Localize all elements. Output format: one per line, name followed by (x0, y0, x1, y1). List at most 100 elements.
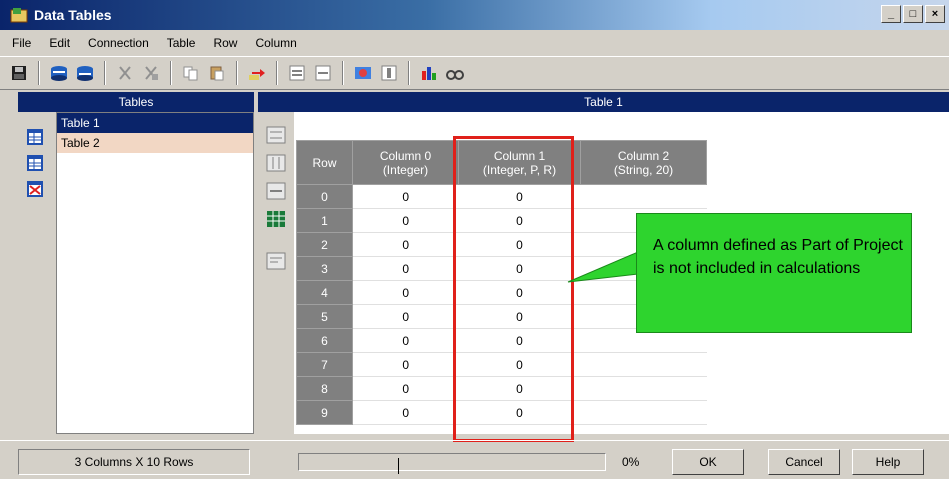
window-controls: _ □ × (881, 5, 945, 23)
row-insert-icon[interactable] (266, 126, 286, 144)
table-row: 700 (296, 352, 707, 377)
column-header-0[interactable]: Column 0 (Integer) (352, 140, 459, 185)
column-header-1[interactable]: Column 1 (Integer, P, R) (458, 140, 581, 185)
export-icon[interactable] (246, 62, 268, 84)
column-header-type: (String, 20) (613, 162, 674, 177)
column-header-type: (Integer) (382, 162, 429, 177)
help-button[interactable]: Help (852, 449, 924, 475)
row-number[interactable]: 9 (296, 400, 353, 425)
copy-icon[interactable] (180, 62, 202, 84)
row-number[interactable]: 2 (296, 232, 353, 257)
window-title: Data Tables (34, 7, 112, 23)
table-cell[interactable]: 0 (352, 208, 459, 233)
tables-list: Table 1 Table 2 (56, 112, 254, 434)
toolbar-separator (276, 61, 278, 85)
row-number[interactable]: 3 (296, 256, 353, 281)
menu-file[interactable]: File (12, 36, 31, 50)
table-delete-icon[interactable] (26, 180, 44, 198)
app-icon (10, 8, 28, 23)
column-icon[interactable] (352, 62, 374, 84)
callout-pointer (567, 251, 639, 283)
row-number[interactable]: 6 (296, 328, 353, 353)
row-delete-icon[interactable] (266, 182, 286, 200)
table-row: 900 (296, 400, 707, 425)
table-cell[interactable]: 0 (458, 400, 581, 425)
tables-list-item-table-1[interactable]: Table 1 (57, 113, 253, 133)
column-header-type: (Integer, P, R) (482, 162, 557, 177)
table-cell[interactable]: 0 (458, 280, 581, 305)
menu-edit[interactable]: Edit (49, 36, 70, 50)
row-insert-icon[interactable] (286, 62, 308, 84)
menu-row[interactable]: Row (213, 36, 237, 50)
progress-bar (298, 453, 606, 471)
table-icon[interactable] (26, 128, 44, 146)
data-tables-window: Data Tables _ □ × File Edit Connection T… (0, 0, 949, 479)
column-header-name: Column 2 (617, 148, 670, 163)
row-delete-icon[interactable] (312, 62, 334, 84)
table-cell[interactable]: 0 (352, 184, 459, 209)
table-cell[interactable]: 0 (458, 184, 581, 209)
row-number[interactable]: 7 (296, 352, 353, 377)
column-delete-icon[interactable] (378, 62, 400, 84)
table-cell[interactable] (580, 352, 707, 377)
row-header-title[interactable]: Row (296, 140, 353, 185)
row-number[interactable]: 5 (296, 304, 353, 329)
cancel-button[interactable]: Cancel (768, 449, 840, 475)
row-number[interactable]: 8 (296, 376, 353, 401)
table-cell[interactable]: 0 (352, 400, 459, 425)
column-insert-icon[interactable] (266, 154, 286, 172)
title-bar[interactable]: Data Tables _ □ × (0, 0, 949, 30)
table-panel-header: Table 1 (258, 92, 949, 112)
menu-connection[interactable]: Connection (88, 36, 149, 50)
table-cell[interactable]: 0 (352, 352, 459, 377)
column-header-2[interactable]: Column 2 (String, 20) (580, 140, 707, 185)
maximize-button[interactable]: □ (903, 5, 923, 23)
table-cell[interactable]: 0 (352, 256, 459, 281)
table-cell[interactable]: 0 (458, 208, 581, 233)
cut-icon[interactable] (114, 62, 136, 84)
table-cell[interactable] (580, 400, 707, 425)
toolbar-separator (408, 61, 410, 85)
table-row: 800 (296, 376, 707, 401)
toolbar-separator (38, 61, 40, 85)
chart-icon[interactable] (418, 62, 440, 84)
save-icon[interactable] (8, 62, 30, 84)
column-header-name: Column 1 (493, 148, 546, 163)
table-cell[interactable] (580, 184, 707, 209)
table-cell[interactable] (580, 376, 707, 401)
table-cell[interactable]: 0 (458, 352, 581, 377)
table-cell[interactable]: 0 (458, 376, 581, 401)
table-icon[interactable] (26, 154, 44, 172)
close-button[interactable]: × (925, 5, 945, 23)
menu-bar: File Edit Connection Table Row Column (0, 30, 949, 56)
cut-disabled-icon[interactable] (140, 62, 162, 84)
table-add-icon[interactable] (48, 62, 70, 84)
row-number[interactable]: 0 (296, 184, 353, 209)
table-cell[interactable]: 0 (458, 256, 581, 281)
table-cell[interactable]: 0 (458, 328, 581, 353)
table-cell[interactable]: 0 (458, 232, 581, 257)
table-cell[interactable]: 0 (352, 232, 459, 257)
table-cell[interactable]: 0 (352, 280, 459, 305)
column-header-name: Column 0 (379, 148, 432, 163)
paste-icon[interactable] (206, 62, 228, 84)
menu-table[interactable]: Table (167, 36, 196, 50)
table-cell[interactable]: 0 (352, 376, 459, 401)
minimize-button[interactable]: _ (881, 5, 901, 23)
row-number[interactable]: 4 (296, 280, 353, 305)
table-remove-icon[interactable] (74, 62, 96, 84)
find-icon[interactable] (444, 62, 466, 84)
ok-button[interactable]: OK (672, 449, 744, 475)
tables-toolbar (18, 112, 56, 434)
table-cell[interactable]: 0 (352, 304, 459, 329)
text-cursor (398, 458, 399, 474)
row-number[interactable]: 1 (296, 208, 353, 233)
grid-view-icon[interactable] (266, 210, 286, 228)
table-cell[interactable]: 0 (458, 304, 581, 329)
tables-list-item-table-2[interactable]: Table 2 (57, 133, 253, 153)
toolbar-separator (170, 61, 172, 85)
table-cell[interactable]: 0 (352, 328, 459, 353)
menu-column[interactable]: Column (255, 36, 296, 50)
toolbar-separator (342, 61, 344, 85)
form-view-icon[interactable] (266, 252, 286, 270)
